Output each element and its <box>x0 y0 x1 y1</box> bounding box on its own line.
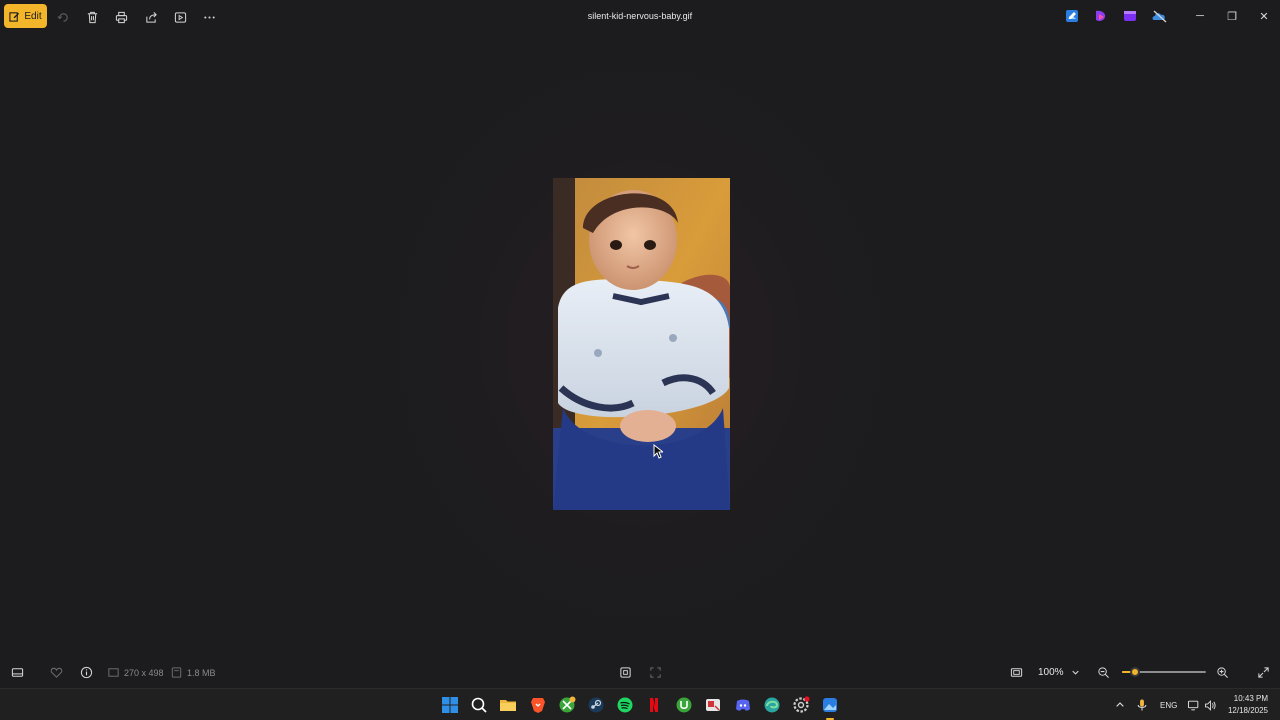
chevron-down-icon[interactable] <box>1067 664 1083 680</box>
baby-image <box>553 178 730 510</box>
info-icon[interactable] <box>78 664 94 680</box>
delete-icon[interactable] <box>82 7 102 27</box>
edit-icon <box>9 11 20 22</box>
zoom-out-icon[interactable] <box>1095 664 1111 680</box>
zoom-slider[interactable] <box>1122 667 1206 677</box>
actual-size-icon[interactable] <box>1008 664 1024 680</box>
edit-button[interactable]: Edit <box>4 4 47 28</box>
zoom-level[interactable]: 100% <box>1038 667 1064 678</box>
more-icon[interactable] <box>199 7 219 27</box>
onedrive-offline-icon[interactable] <box>1151 8 1167 24</box>
maximize-button[interactable]: ❐ <box>1218 6 1246 26</box>
dimensions-icon <box>105 664 121 680</box>
zoom-in-icon[interactable] <box>1214 664 1230 680</box>
edit-label: Edit <box>24 10 42 22</box>
photo-editor-icon[interactable] <box>1064 8 1080 24</box>
clock-date: 12/18/2025 <box>1227 706 1268 715</box>
visual-search-icon[interactable] <box>647 664 663 680</box>
zoom-slider-thumb[interactable] <box>1129 667 1140 677</box>
file-title: silent-kid-nervous-baby.gif <box>587 11 693 21</box>
image-canvas[interactable] <box>0 34 1280 656</box>
bottom-bar: 270 x 498 1.8 MB 100% <box>0 656 1280 688</box>
chevron-up-icon[interactable] <box>1111 695 1129 715</box>
print-icon[interactable] <box>111 7 131 27</box>
utorrent-icon[interactable] <box>674 695 694 715</box>
clock-time: 10:43 PM <box>1233 694 1268 703</box>
title-bar: Edit silent-kid-nervous-baby.gif ─ ❐ ✕ <box>0 0 1280 34</box>
start-icon[interactable] <box>440 695 460 715</box>
network-icon[interactable] <box>1185 695 1201 715</box>
volume-icon[interactable] <box>1202 695 1218 715</box>
clipchamp-icon[interactable] <box>1122 8 1138 24</box>
language-indicator[interactable]: ENG <box>1160 701 1177 710</box>
rotate-icon[interactable] <box>53 7 73 27</box>
clock[interactable]: 10:43 PM 12/18/2025 <box>1228 693 1268 717</box>
fullscreen-icon[interactable] <box>1255 664 1271 680</box>
file-size-icon <box>168 664 184 680</box>
microphone-icon[interactable] <box>1133 695 1151 715</box>
brave-browser-icon[interactable] <box>528 695 548 715</box>
minimize-button[interactable]: ─ <box>1186 6 1214 26</box>
close-button[interactable]: ✕ <box>1250 6 1278 26</box>
snipping-tool-icon[interactable] <box>703 695 723 715</box>
designer-icon[interactable] <box>1093 8 1109 24</box>
edge-icon[interactable] <box>762 695 782 715</box>
share-icon[interactable] <box>141 7 161 27</box>
slideshow-icon[interactable] <box>170 7 190 27</box>
file-explorer-icon[interactable] <box>498 695 518 715</box>
steam-icon[interactable] <box>586 695 606 715</box>
settings-icon[interactable] <box>791 695 811 715</box>
search-icon[interactable] <box>469 695 489 715</box>
photos-icon[interactable] <box>820 695 840 720</box>
spotify-icon[interactable] <box>615 695 635 715</box>
mouse-cursor <box>653 444 663 459</box>
fit-view-icon[interactable] <box>617 664 633 680</box>
discord-icon[interactable] <box>733 695 753 715</box>
netflix-icon[interactable] <box>644 695 664 715</box>
image-dimensions: 270 x 498 <box>124 668 164 678</box>
favorite-icon[interactable] <box>48 664 64 680</box>
xbox-icon[interactable] <box>557 695 577 715</box>
file-size: 1.8 MB <box>187 668 216 678</box>
baby-photo[interactable] <box>553 178 730 510</box>
filmstrip-icon[interactable] <box>9 664 25 680</box>
taskbar: ENG 10:43 PM 12/18/2025 <box>0 688 1280 720</box>
